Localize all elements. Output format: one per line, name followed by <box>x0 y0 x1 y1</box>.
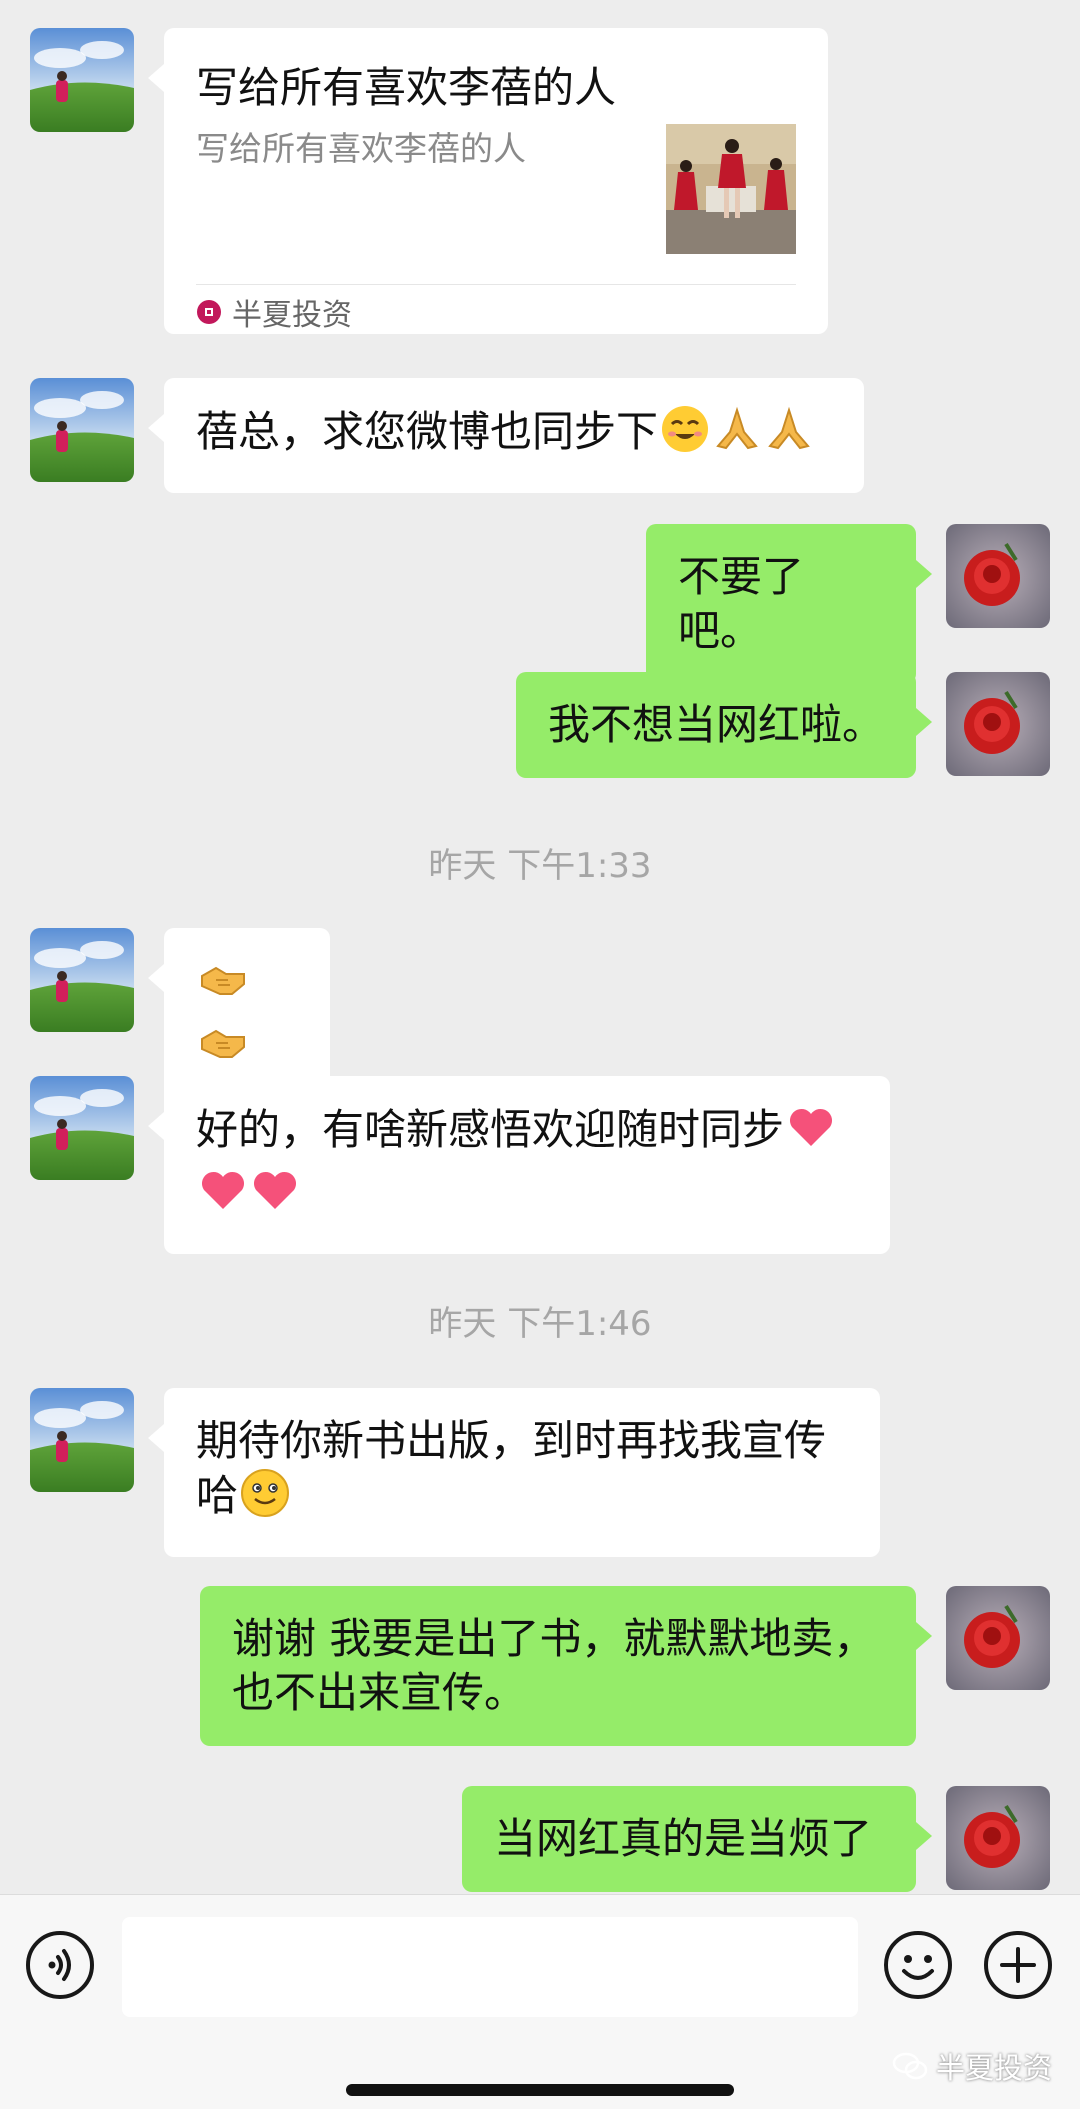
handshake-icon <box>198 1017 248 1080</box>
avatar-contact[interactable] <box>30 1388 134 1492</box>
message-text: 不要了吧。 <box>678 552 805 655</box>
chat-input-bar: 半夏投资 <box>0 1894 1080 2109</box>
avatar-contact[interactable] <box>30 1076 134 1180</box>
avatar-contact[interactable] <box>30 928 134 1032</box>
message-bubble[interactable]: 我不想当网红啦。 <box>516 672 932 778</box>
card-thumbnail <box>666 124 796 254</box>
timestamp: 昨天 下午1:46 <box>428 1304 652 1344</box>
home-indicator[interactable] <box>346 2084 734 2096</box>
emoji-icon <box>884 1931 952 1999</box>
message-bubble[interactable]: 好的，有啥新感悟欢迎随时同步 <box>148 1076 890 1254</box>
pray-hands-icon <box>764 404 814 467</box>
more-options-button[interactable] <box>982 1929 1054 2005</box>
voice-icon <box>26 1931 94 1999</box>
card-description: 写给所有喜欢李蓓的人 <box>196 129 526 168</box>
handshake-icon <box>198 954 248 1017</box>
pray-hands-icon <box>712 404 762 467</box>
message-text: 我不想当网红啦。 <box>548 700 885 749</box>
message-input[interactable] <box>122 1917 858 2017</box>
voice-input-button[interactable] <box>24 1929 96 2005</box>
timestamp: 昨天 下午1:33 <box>428 846 652 886</box>
message-text: 蓓总，求您微博也同步下 <box>196 407 659 456</box>
avatar-self[interactable] <box>946 1786 1050 1890</box>
watermark-text: 半夏投资 <box>935 2051 1052 2085</box>
article-card[interactable]: 写给所有喜欢李蓓的人 写给所有喜欢李蓓的人 半夏投资 <box>148 28 828 334</box>
avatar-contact[interactable] <box>30 28 134 132</box>
message-bubble[interactable]: 蓓总，求您微博也同步下 <box>148 378 864 493</box>
card-source-label: 半夏投资 <box>232 298 352 333</box>
emoji-button[interactable] <box>882 1929 954 2005</box>
avatar-self[interactable] <box>946 524 1050 628</box>
message-bubble[interactable]: 当网红真的是当烦了 <box>462 1786 932 1892</box>
message-text: 谢谢 我要是出了书，就默默地卖，也不出来宣传。 <box>232 1614 876 1717</box>
source-logo-icon <box>197 300 221 324</box>
heart-icon <box>198 1165 248 1228</box>
smile-face-icon <box>240 1468 290 1531</box>
message-text: 期待你新书出版，到时再找我宣传哈 <box>196 1416 827 1520</box>
grin-face-icon <box>660 404 710 467</box>
message-bubble[interactable]: 不要了吧。 <box>646 524 932 684</box>
avatar-self[interactable] <box>946 672 1050 776</box>
heart-icon <box>250 1165 300 1228</box>
message-bubble[interactable]: 谢谢 我要是出了书，就默默地卖，也不出来宣传。 <box>200 1586 932 1746</box>
card-divider <box>196 284 796 285</box>
message-text: 好的，有啥新感悟欢迎随时同步 <box>196 1105 785 1154</box>
message-bubble[interactable]: 期待你新书出版，到时再找我宣传哈 <box>148 1388 880 1557</box>
plus-icon <box>984 1931 1052 1999</box>
card-source[interactable]: 半夏投资 <box>196 290 352 334</box>
wechat-logo-icon <box>892 2052 928 2080</box>
avatar-self[interactable] <box>946 1586 1050 1690</box>
avatar-contact[interactable] <box>30 378 134 482</box>
heart-icon <box>786 1102 836 1165</box>
watermark: 半夏投资 <box>892 2045 1052 2087</box>
card-title: 写给所有喜欢李蓓的人 <box>196 63 617 112</box>
message-text: 当网红真的是当烦了 <box>494 1814 873 1863</box>
